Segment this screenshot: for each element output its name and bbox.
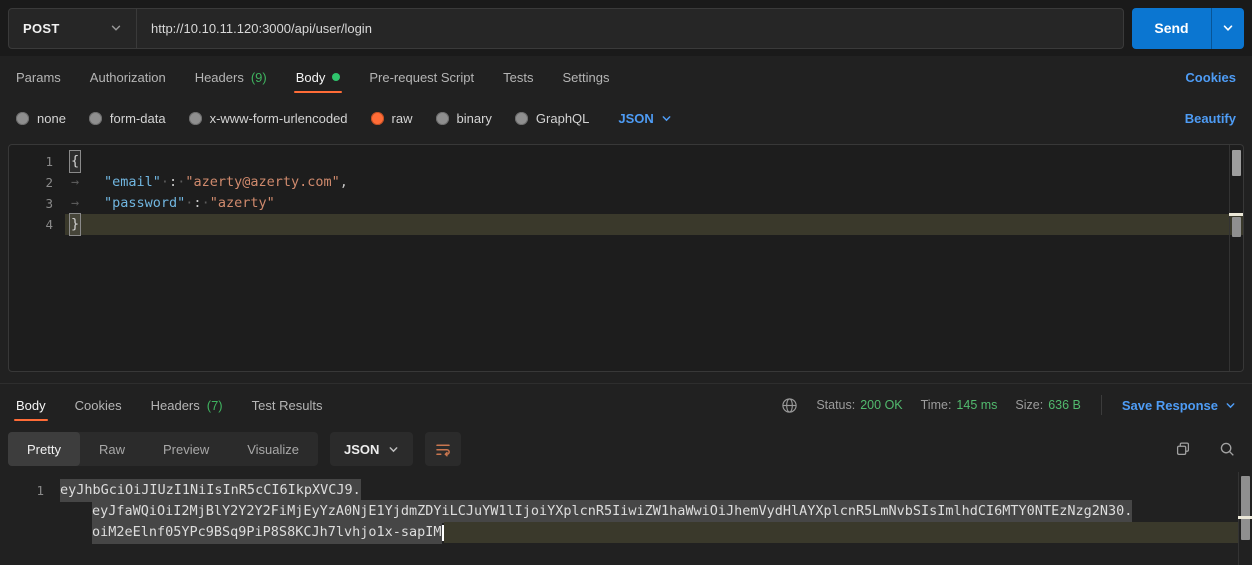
chevron-down-icon	[1225, 400, 1236, 411]
wrap-lines-icon	[434, 440, 452, 458]
send-button[interactable]: Send	[1132, 8, 1244, 49]
response-tab-test-results[interactable]: Test Results	[252, 384, 323, 426]
chevron-down-icon	[110, 22, 122, 34]
time-badge: Time: 145 ms	[921, 398, 998, 412]
chevron-down-icon	[661, 113, 672, 124]
raw-format-select[interactable]: JSON	[618, 111, 671, 126]
scrollbar-handle[interactable]	[1232, 150, 1241, 176]
method-label: POST	[23, 21, 60, 36]
radio-icon	[436, 112, 449, 125]
current-line-highlight	[444, 522, 1239, 543]
save-response-button[interactable]: Save Response	[1122, 398, 1236, 413]
response-line-wrapped: oiM2eElnf05YPc9BSq9PiP8S8KCJh7lvhjo1x-sa…	[0, 522, 1252, 543]
response-meta: Status: 200 OK Time: 145 ms Size: 636 B …	[781, 395, 1236, 415]
status-badge: Status: 200 OK	[816, 398, 902, 412]
code-line: 3 → "password" · : · "azerty"	[9, 193, 1243, 214]
response-tool-icons	[1174, 440, 1236, 458]
line-number: 4	[9, 214, 53, 235]
close-brace: }	[69, 213, 81, 236]
tab-authorization[interactable]: Authorization	[90, 56, 166, 98]
active-tab-underline	[294, 91, 343, 93]
json-value: "azerty@azerty.com"	[185, 172, 339, 193]
tab-tests[interactable]: Tests	[503, 56, 533, 98]
tab-headers[interactable]: Headers (9)	[195, 56, 267, 98]
line-number: 2	[9, 172, 53, 193]
radio-selected-icon	[371, 112, 384, 125]
cursor-position-marker	[1238, 516, 1252, 519]
scrollbar-handle[interactable]	[1241, 476, 1250, 540]
radio-icon	[515, 112, 528, 125]
body-has-content-dot	[332, 73, 340, 81]
mode-binary[interactable]: binary	[436, 111, 492, 126]
cookies-link[interactable]: Cookies	[1185, 70, 1236, 85]
response-format-select[interactable]: JSON	[330, 432, 413, 466]
radio-icon	[16, 112, 29, 125]
response-line: 1 eyJhbGciOiJIUzI1NiIsInR5cCI6IkpXVCJ9.	[0, 480, 1252, 501]
line-number: 1	[0, 480, 44, 501]
request-bar: POST http://10.10.11.120:3000/api/user/l…	[0, 0, 1252, 56]
request-tabs: Params Authorization Headers (9) Body Pr…	[0, 56, 1252, 98]
url-group: POST http://10.10.11.120:3000/api/user/l…	[8, 8, 1124, 49]
response-line-wrapped: eyJfaWQiOiI2MjBlY2Y2Y2FiMjEyYzA0NjE1Yjdm…	[0, 501, 1252, 522]
chevron-down-icon	[388, 444, 399, 455]
url-input[interactable]: http://10.10.11.120:3000/api/user/login	[137, 9, 1123, 48]
response-scrollbar[interactable]	[1238, 472, 1252, 565]
jwt-token-part-2: eyJfaWQiOiI2MjBlY2Y2Y2FiMjEyYzA0NjE1Yjdm…	[92, 500, 1132, 523]
vertical-divider	[1101, 395, 1102, 415]
copy-icon[interactable]	[1174, 440, 1192, 458]
body-mode-row: none form-data x-www-form-urlencoded raw…	[0, 98, 1252, 138]
network-globe-icon[interactable]	[781, 397, 798, 414]
search-icon[interactable]	[1218, 440, 1236, 458]
wrap-lines-button[interactable]	[425, 432, 461, 466]
mode-form-data[interactable]: form-data	[89, 111, 166, 126]
json-key: "email"	[104, 172, 161, 193]
tab-body[interactable]: Body	[296, 56, 341, 98]
tab-settings[interactable]: Settings	[562, 56, 609, 98]
response-tab-body[interactable]: Body	[16, 384, 46, 426]
code-line: 1 {	[9, 151, 1243, 172]
scrollbar-marker	[1232, 217, 1241, 237]
view-preview[interactable]: Preview	[144, 432, 228, 466]
line-number: 1	[9, 151, 53, 172]
beautify-link[interactable]: Beautify	[1185, 111, 1236, 126]
code-line-current: 4 }	[9, 214, 1243, 235]
method-select[interactable]: POST	[9, 9, 137, 48]
current-line-highlight	[65, 214, 1243, 235]
view-pretty[interactable]: Pretty	[8, 432, 80, 466]
radio-icon	[189, 112, 202, 125]
editor-scrollbar[interactable]	[1229, 145, 1243, 371]
response-body-viewer[interactable]: 1 eyJhbGciOiJIUzI1NiIsInR5cCI6IkpXVCJ9. …	[0, 472, 1252, 565]
indent-marker: →	[69, 172, 104, 193]
json-key: "password"	[104, 193, 185, 214]
response-toolbar: Pretty Raw Preview Visualize JSON	[0, 426, 1252, 472]
active-tab-underline	[14, 419, 48, 421]
json-value: "azerty"	[210, 193, 275, 214]
mode-none[interactable]: none	[16, 111, 66, 126]
code-line: 2 → "email" · : · "azerty@azerty.com" ,	[9, 172, 1243, 193]
indent-marker: →	[69, 193, 104, 214]
cursor-position-marker	[1229, 213, 1243, 216]
radio-icon	[89, 112, 102, 125]
headers-count: (9)	[251, 70, 267, 85]
send-options-caret[interactable]	[1211, 8, 1244, 49]
view-raw[interactable]: Raw	[80, 432, 144, 466]
size-badge: Size: 636 B	[1015, 398, 1080, 412]
open-brace: {	[69, 150, 81, 173]
response-tab-cookies[interactable]: Cookies	[75, 384, 122, 426]
view-switcher: Pretty Raw Preview Visualize	[8, 432, 318, 466]
response-headers-count: (7)	[207, 398, 223, 413]
jwt-token-part-3: oiM2eElnf05YPc9BSq9PiP8S8KCJh7lvhjo1x-sa…	[92, 521, 442, 544]
view-visualize[interactable]: Visualize	[228, 432, 318, 466]
response-tabs: Body Cookies Headers (7) Test Results St…	[0, 384, 1252, 426]
response-tab-headers[interactable]: Headers (7)	[151, 384, 223, 426]
request-body-editor[interactable]: 1 { 2 → "email" · : · "azerty@azerty.com…	[8, 144, 1244, 372]
jwt-token-part-1: eyJhbGciOiJIUzI1NiIsInR5cCI6IkpXVCJ9.	[60, 479, 361, 502]
mode-x-www-form-urlencoded[interactable]: x-www-form-urlencoded	[189, 111, 348, 126]
tab-pre-request-script[interactable]: Pre-request Script	[369, 56, 474, 98]
send-button-label: Send	[1132, 8, 1211, 49]
mode-graphql[interactable]: GraphQL	[515, 111, 589, 126]
tab-params[interactable]: Params	[16, 56, 61, 98]
line-number: 3	[9, 193, 53, 214]
mode-raw[interactable]: raw	[371, 111, 413, 126]
